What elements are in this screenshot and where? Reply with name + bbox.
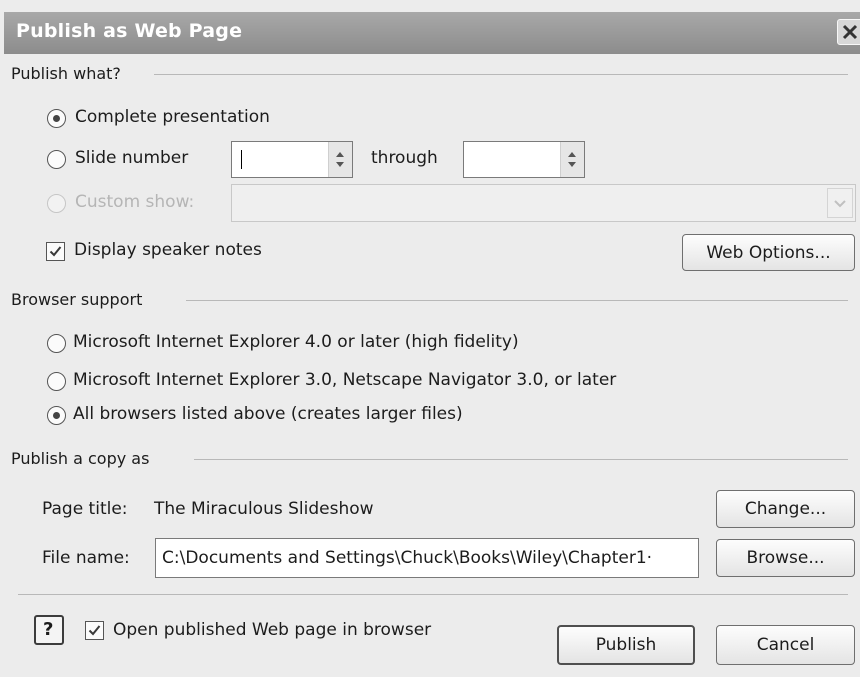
footer-separator	[18, 594, 848, 595]
help-button[interactable]: ?	[34, 615, 64, 645]
custom-show-radio[interactable]	[47, 194, 66, 213]
close-button[interactable]	[837, 19, 860, 45]
slide-to-input[interactable]	[463, 141, 585, 178]
chevron-down-icon	[834, 200, 846, 208]
custom-show-select[interactable]	[231, 184, 856, 222]
radio-selected-dot	[53, 115, 60, 122]
browser-option-all-label[interactable]: All browsers listed above (creates large…	[73, 404, 463, 424]
browser-support-legend: Browser support	[11, 290, 151, 309]
check-icon	[49, 246, 62, 257]
slide-from-input[interactable]	[231, 141, 353, 178]
slide-number-radio[interactable]	[47, 150, 66, 169]
publish-button[interactable]: Publish	[557, 625, 695, 665]
custom-show-dropdown-button[interactable]	[827, 188, 853, 218]
page-title-value: The Miraculous Slideshow	[154, 499, 374, 519]
publish-copy-divider	[194, 459, 848, 460]
custom-show-label: Custom show:	[75, 192, 195, 212]
publish-copy-legend: Publish a copy as	[11, 449, 158, 468]
speaker-notes-label[interactable]: Display speaker notes	[74, 240, 262, 260]
browser-option-all-radio[interactable]	[47, 406, 66, 425]
file-name-input[interactable]: C:\Documents and Settings\Chuck\Books\Wi…	[155, 538, 699, 578]
help-icon: ?	[43, 619, 54, 640]
change-title-button[interactable]: Change...	[716, 490, 855, 528]
open-in-browser-label[interactable]: Open published Web page in browser	[113, 620, 431, 640]
radio-selected-dot	[53, 412, 60, 419]
complete-presentation-label[interactable]: Complete presentation	[75, 107, 270, 127]
dialog-body: Publish what? Complete presentation Slid…	[4, 54, 860, 677]
spin-arrows-icon	[336, 152, 344, 167]
browse-button[interactable]: Browse...	[716, 539, 855, 577]
slide-from-spinner[interactable]	[328, 142, 352, 177]
file-name-label: File name:	[42, 548, 130, 568]
speaker-notes-checkbox[interactable]	[46, 242, 65, 261]
text-caret	[241, 150, 242, 169]
check-icon	[88, 625, 101, 636]
publish-what-divider	[154, 74, 848, 75]
through-label: through	[371, 148, 438, 168]
close-icon	[842, 24, 858, 40]
publish-what-legend: Publish what?	[11, 64, 129, 83]
browser-option-ie4-label[interactable]: Microsoft Internet Explorer 4.0 or later…	[73, 332, 519, 352]
complete-presentation-radio[interactable]	[47, 109, 66, 128]
cancel-button[interactable]: Cancel	[716, 625, 855, 665]
page-title-label: Page title:	[42, 499, 128, 519]
dialog-title: Publish as Web Page	[16, 20, 243, 42]
slide-to-spinner[interactable]	[560, 142, 584, 177]
browser-option-ie3-radio[interactable]	[47, 372, 66, 391]
browser-option-ie4-radio[interactable]	[47, 334, 66, 353]
browser-option-ie3-label[interactable]: Microsoft Internet Explorer 3.0, Netscap…	[73, 370, 616, 390]
slide-number-label[interactable]: Slide number	[75, 148, 188, 168]
file-name-value: C:\Documents and Settings\Chuck\Books\Wi…	[162, 548, 653, 568]
title-bar[interactable]: Publish as Web Page	[4, 12, 860, 54]
spin-arrows-icon	[568, 152, 576, 167]
web-options-button[interactable]: Web Options...	[682, 234, 855, 271]
browser-support-divider	[186, 300, 848, 301]
publish-web-page-dialog: Publish as Web Page Publish what? Comple…	[0, 0, 860, 677]
open-in-browser-checkbox[interactable]	[85, 621, 104, 640]
